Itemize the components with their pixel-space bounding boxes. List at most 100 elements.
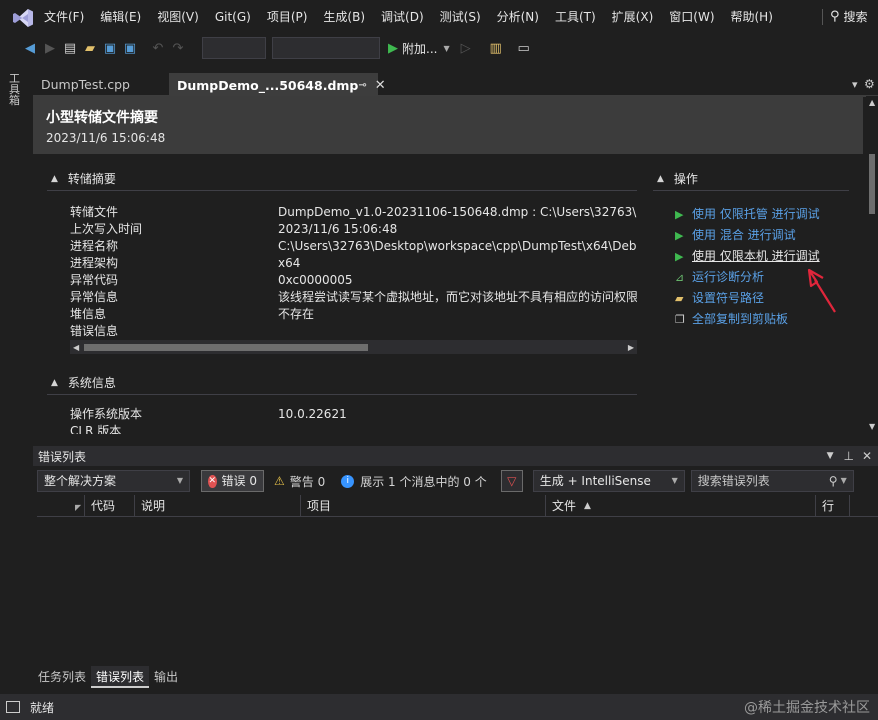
- scroll-up-icon[interactable]: ▲: [869, 98, 875, 107]
- menu-edit[interactable]: 编辑(E): [92, 0, 149, 34]
- close-icon[interactable]: ✕: [375, 74, 386, 97]
- open-folder-icon[interactable]: ▰: [80, 41, 100, 56]
- summary-label: 上次写入时间: [70, 222, 143, 236]
- column-line[interactable]: 行: [816, 494, 850, 517]
- menu-help[interactable]: 帮助(H): [723, 0, 781, 34]
- tab-dumpdemo-dmp[interactable]: DumpDemo_...50648.dmp ⊸ ✕: [169, 73, 386, 97]
- filter-icon[interactable]: ▽: [500, 470, 523, 492]
- warnings-count: 警告 0: [289, 474, 326, 489]
- summary-value: 不存在: [278, 307, 315, 321]
- toolbox-tab[interactable]: 工具箱: [9, 73, 23, 106]
- menu-view[interactable]: 视图(V): [149, 0, 207, 34]
- summary-value: C:\Users\32763\Desktop\workspace\cpp\Dum…: [278, 239, 637, 253]
- play-icon: ▶: [675, 250, 684, 263]
- menu-git[interactable]: Git(G): [207, 0, 259, 34]
- scroll-right-icon[interactable]: ▶: [625, 343, 637, 352]
- pin-icon[interactable]: ⊸: [358, 74, 366, 97]
- panel-splitter[interactable]: [33, 438, 878, 444]
- tab-error-list[interactable]: 错误列表: [91, 666, 150, 688]
- collapse-icon: ▲: [51, 377, 58, 388]
- back-icon[interactable]: ◀: [20, 41, 40, 56]
- tab-output[interactable]: 输出: [149, 666, 183, 688]
- platform-dropdown[interactable]: [272, 37, 380, 59]
- actions-section-header[interactable]: ▲ 操作: [657, 170, 698, 187]
- menu-test[interactable]: 测试(S): [432, 0, 489, 34]
- chevron-down-icon: ▼: [840, 476, 847, 485]
- settings-gear-icon[interactable]: ⚙: [864, 77, 875, 91]
- visual-studio-logo-icon[interactable]: [12, 8, 34, 28]
- column-description[interactable]: 说明: [135, 494, 301, 517]
- pin-icon[interactable]: ⊥: [843, 449, 853, 463]
- save-all-icon[interactable]: ▣: [120, 41, 140, 56]
- summary-value: 该线程尝试读写某个虚拟地址，而它对该地址不具有相应的访问权限: [278, 290, 637, 304]
- close-icon[interactable]: ✕: [862, 449, 872, 463]
- action-debug-native[interactable]: ▶ 使用 仅限本机 进行调试: [675, 246, 820, 267]
- play-icon: ▶: [675, 229, 684, 242]
- scroll-down-icon[interactable]: ▼: [869, 422, 875, 431]
- panel-dropdown-icon[interactable]: ▼: [827, 451, 834, 461]
- diagnostics-icon: ⊿: [675, 271, 685, 284]
- menu-window[interactable]: 窗口(W): [661, 0, 722, 34]
- build-filter-dropdown[interactable]: 生成 + IntelliSense ▼: [532, 470, 685, 492]
- search-button[interactable]: ⚲ 搜索: [830, 0, 868, 34]
- scrollbar-thumb[interactable]: [84, 343, 369, 351]
- action-copy-all[interactable]: ❐ 全部复制到剪贴板: [675, 309, 820, 330]
- start-without-debug-icon[interactable]: ▷: [456, 41, 476, 56]
- divider: [47, 394, 637, 395]
- menu-extensions[interactable]: 扩展(X): [604, 0, 662, 34]
- summary-labels: 转储文件 上次写入时间 进程名称 进程架构 异常代码 异常信息 堆信息 错误信息: [70, 204, 142, 340]
- tab-dumptest-cpp[interactable]: DumpTest.cpp: [33, 73, 169, 96]
- search-icon: ⚲: [828, 474, 838, 488]
- summary-section-header[interactable]: ▲ 转储摘要: [51, 170, 116, 187]
- menu-tools[interactable]: 工具(T): [547, 0, 604, 34]
- menu-debug[interactable]: 调试(D): [373, 0, 432, 34]
- scrollbar-thumb[interactable]: [869, 154, 875, 214]
- menu-analyze[interactable]: 分析(N): [489, 0, 547, 34]
- redo-icon[interactable]: ↷: [168, 41, 188, 56]
- folder-view-icon[interactable]: ▥: [486, 41, 506, 56]
- action-label: 运行诊断分析: [692, 270, 765, 284]
- build-filter-label: 生成 + IntelliSense: [539, 474, 651, 488]
- configuration-dropdown[interactable]: [202, 37, 266, 59]
- search-error-list-input[interactable]: 搜索错误列表 ⚲ ▼: [690, 470, 854, 492]
- scroll-left-icon[interactable]: ◀: [70, 343, 82, 352]
- actions-list: ▶ 使用 仅限托管 进行调试 ▶ 使用 混合 进行调试 ▶ 使用 仅限本机 进行…: [675, 204, 820, 330]
- action-debug-managed[interactable]: ▶ 使用 仅限托管 进行调试: [675, 204, 820, 225]
- errors-filter-button[interactable]: ✕ 错误 0: [201, 470, 264, 492]
- horizontal-scrollbar[interactable]: ◀ ▶: [70, 340, 637, 354]
- messages-filter-button[interactable]: i 展示 1 个消息中的 0 个: [341, 473, 487, 490]
- system-section-header[interactable]: ▲ 系统信息: [51, 374, 116, 391]
- warnings-filter-button[interactable]: ⚠ 警告 0: [274, 473, 325, 490]
- vertical-scrollbar[interactable]: ▲ ▼: [866, 96, 878, 434]
- dump-date: 2023/11/6 15:06:48: [46, 131, 166, 145]
- tab-task-list[interactable]: 任务列表: [33, 666, 91, 688]
- summary-label: 错误信息: [70, 324, 119, 338]
- column-label: 代码: [91, 498, 116, 513]
- menu-file[interactable]: 文件(F): [36, 0, 92, 34]
- search-label: 搜索: [843, 10, 868, 24]
- new-item-icon[interactable]: ▤: [60, 41, 80, 56]
- column-project[interactable]: 项目: [301, 494, 546, 517]
- undo-icon[interactable]: ↶: [148, 41, 168, 56]
- forward-icon[interactable]: ▶: [40, 41, 60, 56]
- scope-dropdown[interactable]: 整个解决方案 ▼: [37, 470, 190, 492]
- menu-project[interactable]: 项目(P): [259, 0, 316, 34]
- toolbar: ◀ ▶ ▤ ▰ ▣ ▣ ↶ ↷ ▶ 附加... ▼ ▷ ▥ ▭: [0, 34, 878, 62]
- menu-divider: [822, 9, 823, 25]
- status-text: 就绪: [30, 700, 55, 715]
- action-label: 使用 仅限本机 进行调试: [692, 249, 820, 263]
- window-layout-icon[interactable]: ▭: [514, 41, 534, 56]
- column-code[interactable]: 代码: [85, 494, 135, 517]
- menu-build[interactable]: 生成(B): [315, 0, 373, 34]
- action-debug-mixed[interactable]: ▶ 使用 混合 进行调试: [675, 225, 820, 246]
- copy-icon: ❐: [675, 313, 685, 326]
- save-icon[interactable]: ▣: [100, 41, 120, 56]
- action-set-symbol-path[interactable]: ▰ 设置符号路径: [675, 288, 820, 309]
- attach-button[interactable]: ▶ 附加... ▼: [388, 40, 450, 57]
- tab-dropdown-icon[interactable]: ▾: [852, 78, 858, 91]
- action-run-diagnostics[interactable]: ⊿ 运行诊断分析: [675, 267, 820, 288]
- warning-icon: ⚠: [274, 474, 285, 488]
- error-list-header: ◤ 代码 说明 项目 文件 ▲ 行: [37, 494, 878, 517]
- column-file[interactable]: 文件 ▲: [546, 494, 816, 517]
- column-sort-icon[interactable]: ◤: [37, 494, 85, 517]
